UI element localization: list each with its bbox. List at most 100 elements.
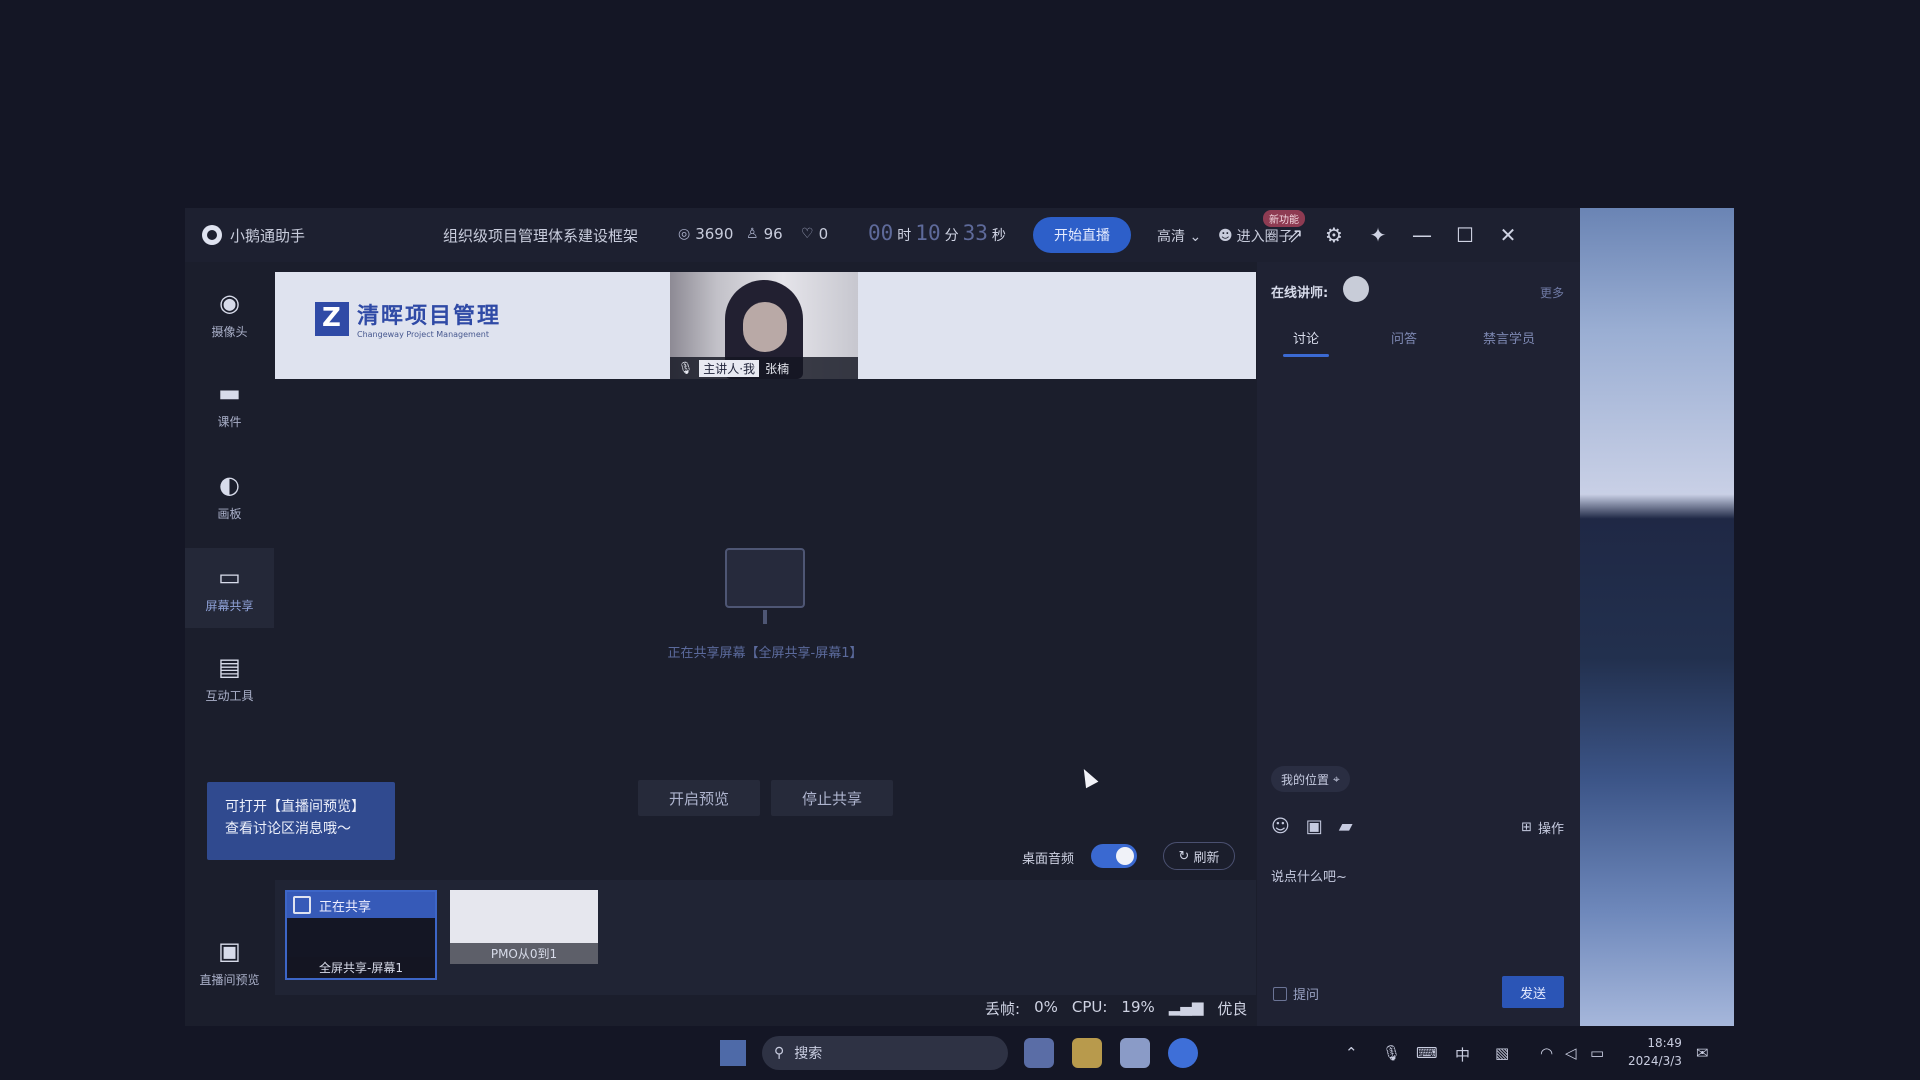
clock-time: 18:49 bbox=[1647, 1036, 1682, 1050]
course-title: 组织级项目管理体系建设框架 bbox=[443, 227, 639, 245]
share-source-thumbnail[interactable]: PMO从0到1 bbox=[450, 890, 598, 964]
timer-hours: 00 bbox=[868, 221, 894, 245]
timer-seconds-unit: 秒 bbox=[991, 228, 1006, 244]
operations-button[interactable]: ⊞ 操作 bbox=[1521, 818, 1564, 837]
notification-icon[interactable]: ✉ bbox=[1696, 1044, 1709, 1062]
group-icon: ☻ bbox=[1218, 228, 1233, 244]
tab-discussion[interactable]: 讨论 bbox=[1293, 328, 1319, 347]
thumbnail-caption: 全屏共享-屏幕1 bbox=[287, 957, 435, 978]
signal-icon: ▂▄▆ bbox=[1168, 998, 1204, 1016]
presenter-face bbox=[743, 302, 787, 352]
emoji-icon[interactable]: ☺ bbox=[1271, 816, 1290, 837]
folder-icon: ▬ bbox=[218, 378, 241, 407]
tab-muted-students[interactable]: 禁言学员 bbox=[1483, 328, 1535, 347]
ask-checkbox[interactable]: 提问 bbox=[1273, 984, 1319, 1003]
wifi-icon[interactable]: ◠ bbox=[1540, 1044, 1553, 1062]
taskbar-app-icon[interactable] bbox=[1024, 1038, 1054, 1068]
start-menu-icon[interactable] bbox=[720, 1040, 746, 1066]
settings-icon[interactable]: ⚙ bbox=[1321, 222, 1347, 248]
rail-item-whiteboard[interactable]: ◐ 画板 bbox=[185, 456, 274, 536]
battery-icon[interactable]: ▭ bbox=[1590, 1044, 1604, 1062]
xiaoetong-app-icon[interactable] bbox=[1168, 1038, 1198, 1068]
open-preview-button[interactable]: 开启预览 bbox=[638, 780, 760, 816]
location-label: 我的位置 bbox=[1281, 772, 1330, 787]
image-icon[interactable]: ▣ bbox=[1306, 816, 1323, 837]
share-source-strip: 正在共享 全屏共享-屏幕1 PMO从0到1 bbox=[275, 880, 1256, 995]
file-explorer-icon[interactable] bbox=[1072, 1038, 1102, 1068]
quality-select[interactable]: 高清 ⌄ bbox=[1157, 226, 1201, 246]
clock-date: 2024/3/3 bbox=[1628, 1054, 1682, 1068]
palette-icon: ◐ bbox=[219, 470, 240, 499]
ime-indicator[interactable]: 中 bbox=[1455, 1044, 1470, 1065]
tab-qa[interactable]: 问答 bbox=[1391, 328, 1417, 347]
taskbar-search[interactable]: ⚲ 搜索 bbox=[762, 1036, 1008, 1070]
likes-count: 0 bbox=[818, 225, 829, 243]
send-button[interactable]: 发送 bbox=[1502, 976, 1564, 1008]
system-clock[interactable]: 18:49 2024/3/3 bbox=[1628, 1034, 1682, 1070]
my-location-button[interactable]: 我的位置 ⌖ bbox=[1271, 766, 1350, 792]
desktop-audio-toggle[interactable] bbox=[1091, 844, 1137, 868]
chevron-up-icon[interactable]: ⌃ bbox=[1345, 1044, 1358, 1062]
folder-icon[interactable]: ▰ bbox=[1339, 816, 1353, 837]
views-stat: ◎ 3690 bbox=[678, 225, 733, 243]
speaker-icon[interactable]: ◁ bbox=[1565, 1044, 1577, 1062]
active-tab-indicator bbox=[1283, 354, 1329, 357]
cpu-value: 19% bbox=[1121, 998, 1155, 1016]
course-banner: 清晖项目管理 Changeway Project Management 🎙 主讲… bbox=[275, 272, 1256, 379]
refresh-icon: ↻ bbox=[1178, 848, 1190, 864]
avatar[interactable] bbox=[1343, 276, 1369, 302]
online-stat: ♙ 96 bbox=[746, 225, 783, 243]
close-icon[interactable]: ✕ bbox=[1495, 222, 1521, 248]
maximize-icon[interactable]: ☐ bbox=[1452, 222, 1478, 248]
microphone-icon[interactable]: 🎙 bbox=[1382, 1044, 1401, 1062]
rail-item-label: 直播间预览 bbox=[199, 972, 260, 987]
status-bar: 丢帧: 0% CPU: 19% ▂▄▆ 优良 bbox=[985, 998, 1247, 1019]
monitor-icon: ▭ bbox=[218, 562, 241, 591]
rail-item-label: 互动工具 bbox=[205, 688, 254, 703]
rail-item-label: 屏幕共享 bbox=[205, 598, 254, 613]
brand-mark-icon bbox=[315, 301, 349, 336]
timer-hours-unit: 时 bbox=[897, 228, 912, 244]
cpu-label: CPU: bbox=[1071, 998, 1108, 1016]
brand-name-cn: 清晖项目管理 bbox=[357, 304, 502, 329]
more-link[interactable]: 更多 bbox=[1540, 284, 1564, 301]
tray-app-icon[interactable]: ▧ bbox=[1495, 1044, 1509, 1062]
brand-name-en: Changeway Project Management bbox=[357, 330, 489, 339]
host-tag: 主讲人·我 bbox=[699, 359, 760, 377]
refresh-button[interactable]: ↻ 刷新 bbox=[1163, 842, 1235, 870]
thumbnail-header: 正在共享 bbox=[287, 892, 435, 918]
rail-item-screen-share[interactable]: ▭ 屏幕共享 bbox=[185, 548, 274, 628]
chat-panel: 在线讲师: 更多 讨论 问答 禁言学员 我的位置 ⌖ ☺ ▣ ▰ ⊞ 操作 说点… bbox=[1257, 262, 1580, 1026]
thumbnail-caption: PMO从0到1 bbox=[450, 943, 598, 964]
fire-icon: ◎ bbox=[678, 226, 691, 242]
host-camera-feed[interactable]: 🎙 主讲人·我 张楠 bbox=[670, 272, 858, 379]
operations-label: 操作 bbox=[1537, 822, 1564, 837]
chat-input[interactable]: 说点什么吧~ bbox=[1271, 866, 1347, 885]
pin-icon[interactable]: ✦ bbox=[1365, 222, 1391, 248]
left-rail: ◉ 摄像头 ▬ 课件 ◐ 画板 ▭ 屏幕共享 ▤ 互动工具 ▣ 直播间预览 bbox=[185, 262, 274, 1026]
share-link-icon[interactable]: ⇗ bbox=[1282, 222, 1308, 248]
stop-share-button[interactable]: 停止共享 bbox=[771, 780, 893, 816]
minimize-icon[interactable]: — bbox=[1409, 222, 1435, 248]
sharing-label: 正在共享 bbox=[319, 899, 372, 915]
host-caption-bar: 🎙 主讲人·我 张楠 bbox=[670, 357, 858, 379]
desktop-audio-label: 桌面音频 bbox=[1022, 852, 1075, 867]
start-live-button[interactable]: 开始直播 bbox=[1033, 217, 1131, 253]
taskbar-app-icon[interactable] bbox=[1120, 1038, 1150, 1068]
brand-logo: 清晖项目管理 Changeway Project Management bbox=[315, 298, 501, 339]
share-source-thumbnail[interactable]: 正在共享 全屏共享-屏幕1 bbox=[285, 890, 437, 980]
rail-item-live-preview[interactable]: ▣ 直播间预览 bbox=[185, 922, 274, 1002]
drop-frame-value: 0% bbox=[1034, 998, 1058, 1016]
screen-icon bbox=[293, 896, 311, 914]
users-icon: ♙ bbox=[746, 226, 759, 242]
rail-item-label: 课件 bbox=[217, 414, 242, 429]
rail-item-camera[interactable]: ◉ 摄像头 bbox=[185, 274, 274, 354]
keyboard-icon[interactable]: ⌨ bbox=[1416, 1044, 1438, 1062]
rail-item-label: 摄像头 bbox=[211, 324, 248, 339]
rail-item-courseware[interactable]: ▬ 课件 bbox=[185, 364, 274, 444]
preview-tooltip: 可打开【直播间预览】 查看讨论区消息哦～ bbox=[207, 782, 395, 860]
refresh-label: 刷新 bbox=[1193, 850, 1220, 866]
chevron-down-icon: ⌄ bbox=[1189, 229, 1202, 245]
rail-item-interactive-tools[interactable]: ▤ 互动工具 bbox=[185, 638, 274, 718]
chat-tools: ☺ ▣ ▰ bbox=[1271, 816, 1353, 837]
